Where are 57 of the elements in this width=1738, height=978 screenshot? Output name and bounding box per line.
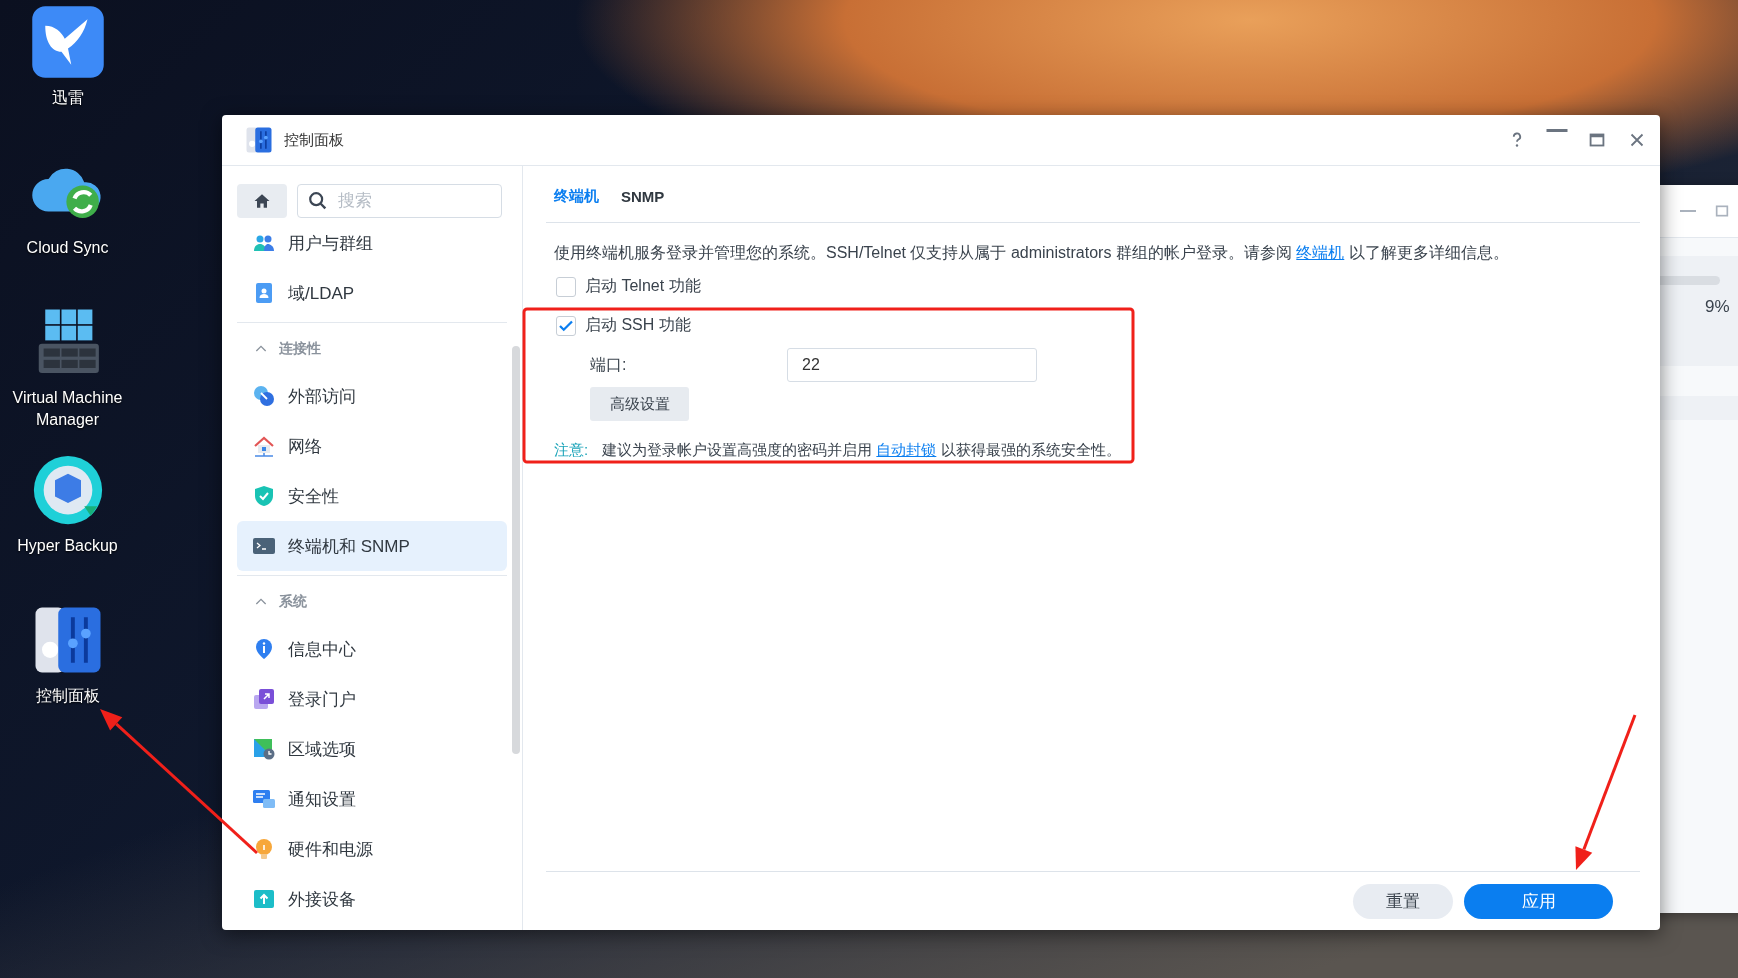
arrow-squares-icon [252,687,276,711]
app-label: Virtual Machine Manager [11,388,124,430]
apply-button[interactable]: 应用 [1464,883,1613,919]
port-field[interactable]: 22 [787,348,1037,382]
sidebar-item[interactable]: 外部访问 [237,371,507,421]
desktop-app-shortcut[interactable]: Cloud Sync [0,153,135,303]
option-label: 启动 Telnet 功能 [585,276,701,296]
sidebar-item[interactable]: 信息中心 [237,624,507,674]
home-button[interactable] [237,184,287,218]
sidebar-item[interactable]: 网络 [237,421,507,471]
search-field[interactable]: 搜索 [297,184,502,218]
app-label: Hyper Backup [16,536,119,556]
app-label: 迅雷 [50,88,85,108]
help-link[interactable]: 自动封锁 [876,441,937,458]
tab[interactable]: SNMP [613,183,673,209]
advanced-settings-button[interactable]: 高级设置 [590,387,689,421]
house-icon [252,434,276,458]
desktop-app-shortcut[interactable]: 迅雷 [0,3,135,153]
help-link[interactable]: 终端机 [1296,244,1345,261]
section-title: 连接性 [279,340,321,358]
upload-box-icon [252,887,276,911]
desktop-app-shortcut[interactable]: 控制面板 [0,601,135,751]
note-text: 建议为登录帐户设置高强度的密码并启用 自动封锁 以获得最强的系统安全性。 [602,440,1121,460]
sidebar-item[interactable]: 通知设置 [237,774,507,824]
map-clock-icon [252,737,276,761]
app-label: 控制面板 [34,686,101,706]
reset-button[interactable]: 重置 [1353,883,1453,919]
minimize-icon [1680,210,1696,212]
scrollbar[interactable] [512,346,520,754]
sidebar-item[interactable]: 外接设备 [237,874,507,924]
shield-icon [252,484,276,508]
maximize-icon [1714,203,1730,219]
sidebar-item[interactable]: 域/LDAP [237,268,507,318]
note-label: 注意: [554,440,589,460]
desktop-app-shortcut[interactable]: Virtual Machine Manager [0,303,135,451]
sidebar-item[interactable]: 硬件和电源 [237,824,507,874]
sidebar-item[interactable]: 登录门户 [237,674,507,724]
checkbox[interactable] [556,276,576,297]
description-text: 使用终端机服务登录并管理您的系统。SSH/Telnet 仅支持从属于 administrators 群组的帐户登录。请参阅 终端机 以了解更多详细信息。 [554,243,1510,263]
search-icon [307,190,329,212]
sidebar-item[interactable]: 终端机和 SNMP [237,521,507,571]
tab[interactable]: 终端机 [546,182,607,210]
desktop-app-shortcut[interactable]: Hyper Backup [0,451,135,601]
sliders-app-icon [244,125,274,155]
window-title: 控制面板 [284,130,344,150]
option-label: 启动 SSH 功能 [585,315,691,335]
link-circles-icon [252,384,276,408]
sidebar-item[interactable]: 安全性 [237,471,507,521]
app-label: Cloud Sync [25,238,110,258]
chat-bubbles-icon [252,787,276,811]
checkbox[interactable] [556,315,576,336]
section-title: 系统 [279,593,307,611]
sidebar-item[interactable]: 区域选项 [237,724,507,774]
port-label: 端口: [590,354,628,375]
percent-reading: 9% [1704,297,1731,317]
sidebar-item[interactable]: 用户与群组 [237,218,507,268]
minimize-icon [1546,129,1568,132]
